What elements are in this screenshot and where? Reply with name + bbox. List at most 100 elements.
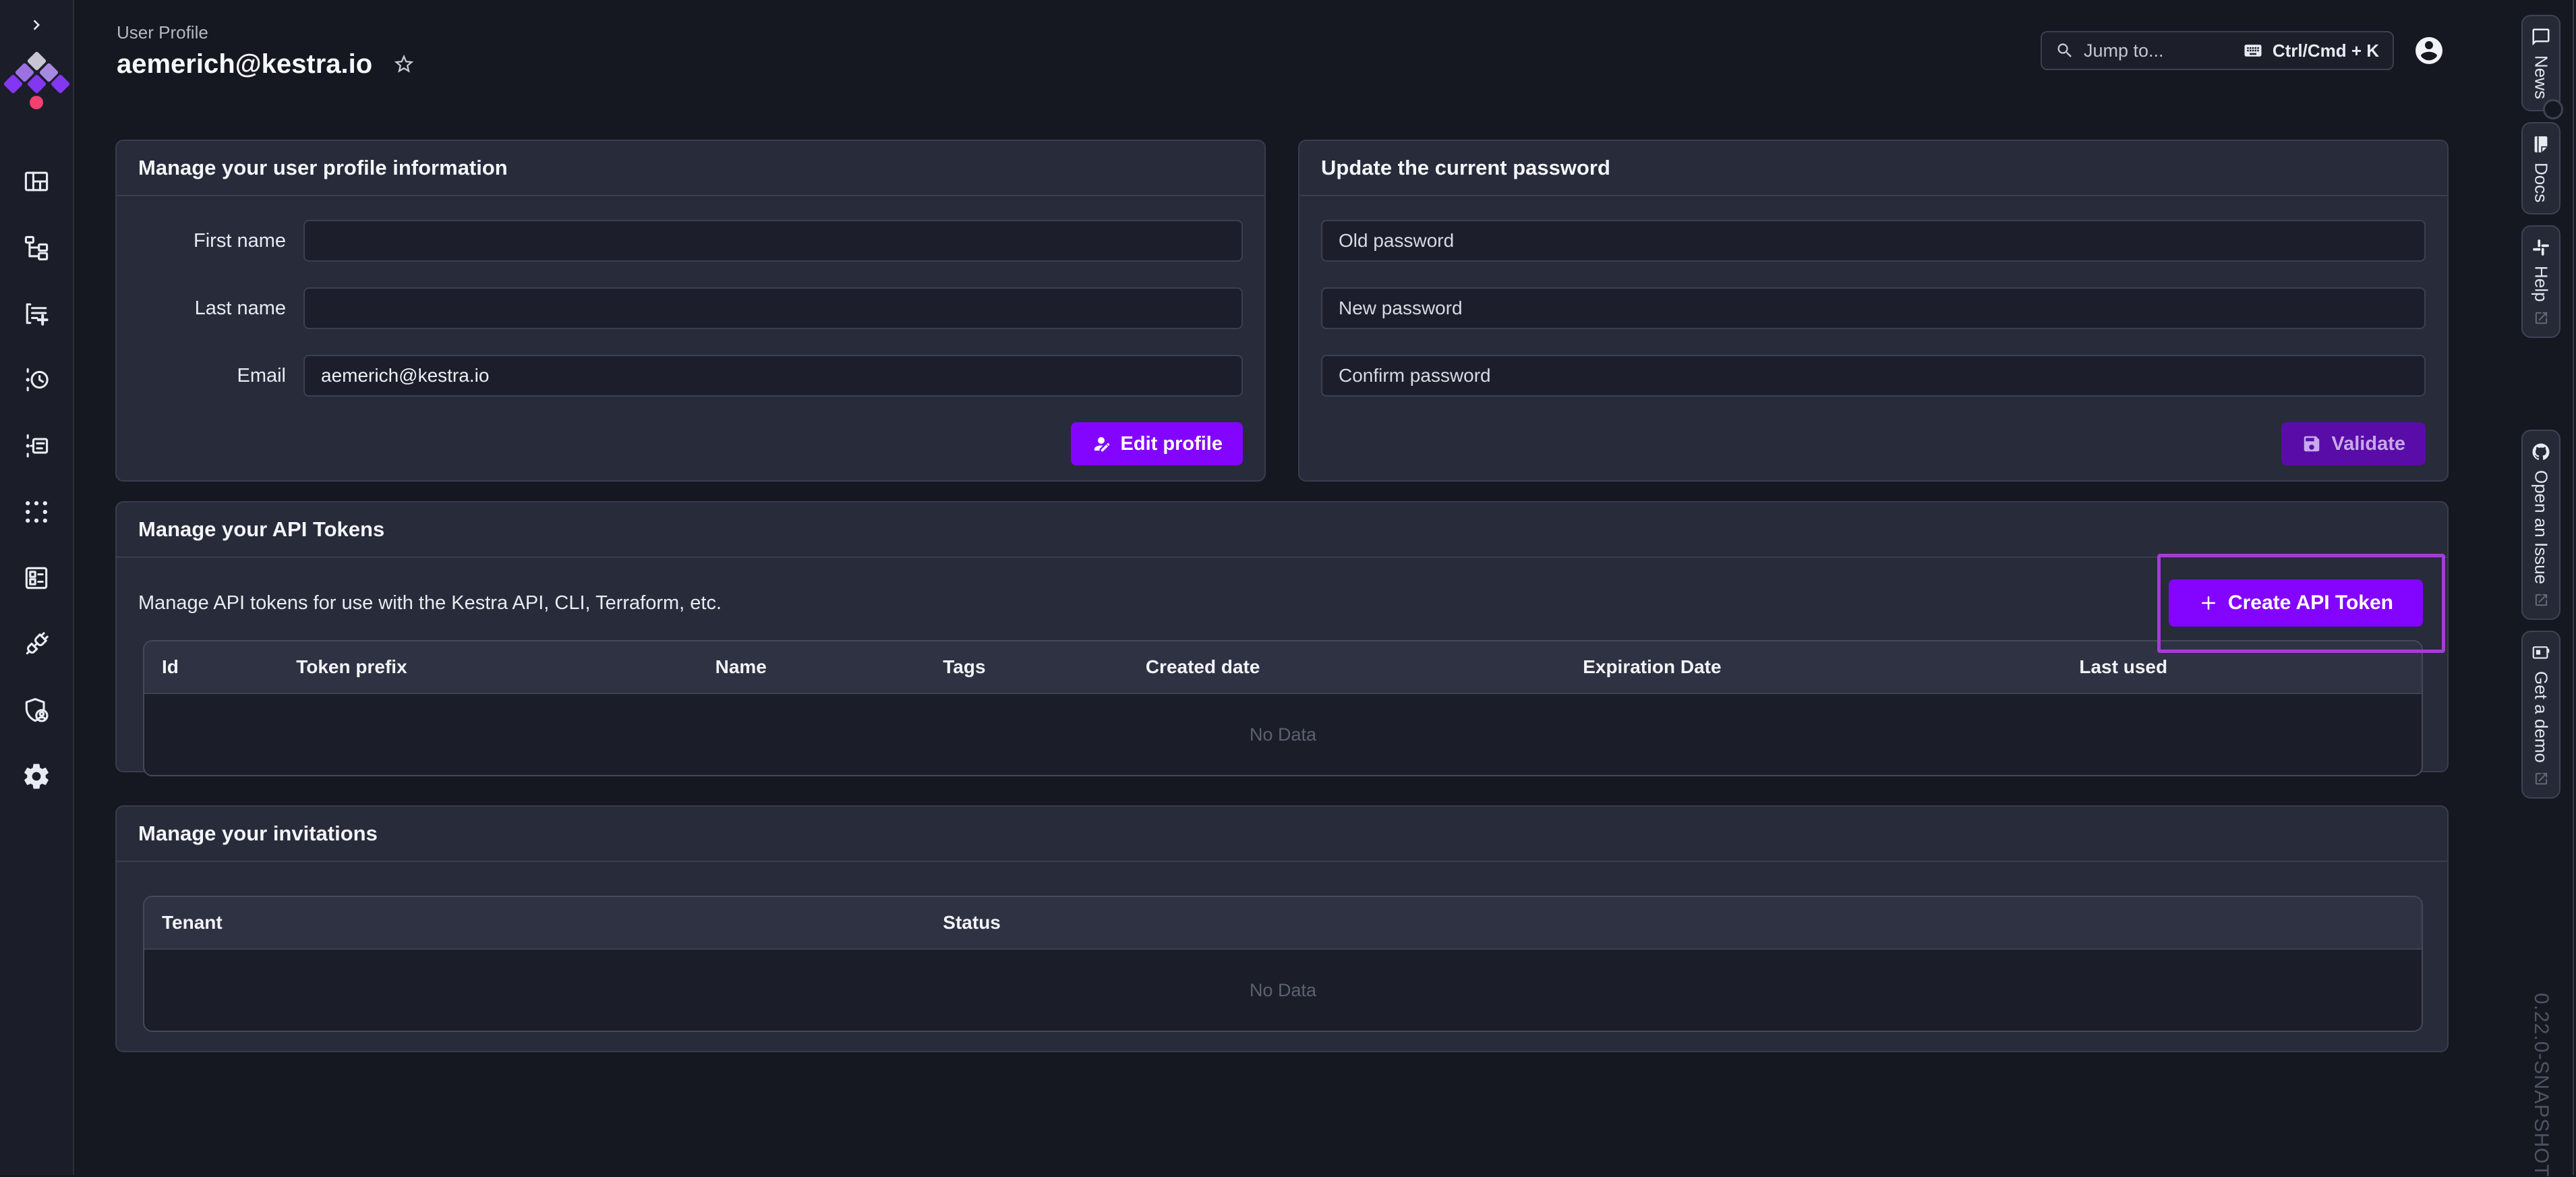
rail-tab-news[interactable]: News [2521, 15, 2560, 111]
profile-card-title: Manage your user profile information [138, 156, 508, 179]
open-in-new-icon [2534, 310, 2549, 326]
email-input[interactable] [303, 355, 1243, 397]
sidebar-nav [21, 166, 52, 792]
nav-item-triggers[interactable] [21, 364, 52, 395]
kestra-logo[interactable] [9, 54, 64, 111]
old-password-input[interactable] [1321, 220, 2426, 262]
account-edit-icon [1091, 434, 1111, 454]
app-version: 0.22.0-SNAPSHOT [2529, 993, 2552, 1177]
breadcrumb: User Profile [117, 22, 415, 43]
right-rail: News Docs Help Open an Issue [2506, 0, 2576, 1175]
column-tenant: Tenant [144, 912, 925, 934]
invitations-table-header: Tenant Status [144, 897, 2422, 950]
invitations-empty-state: No Data [1250, 980, 1316, 1001]
nav-item-settings[interactable] [21, 761, 52, 792]
search-shortcut: Ctrl/Cmd + K [2273, 40, 2379, 61]
sidebar-expand-button[interactable] [25, 13, 48, 36]
validate-button[interactable]: Validate [2281, 422, 2426, 465]
rail-tab-get-a-demo[interactable]: Get a demo [2521, 631, 2560, 799]
api-tokens-description: Manage API tokens for use with the Kestr… [138, 592, 722, 614]
api-tokens-table-header: Id Token prefix Name Tags Created date E… [144, 641, 2422, 694]
star-outline-icon[interactable] [392, 53, 415, 76]
rail-tab-docs[interactable]: Docs [2521, 122, 2560, 214]
timeline-clock-icon [22, 365, 51, 395]
window-edge-line [2573, 0, 2574, 1175]
jump-to-search[interactable]: Jump to... Ctrl/Cmd + K [2041, 31, 2394, 70]
chevron-right-icon [26, 15, 47, 35]
github-icon [2531, 442, 2551, 462]
dots-square-icon [22, 497, 51, 527]
email-label: Email [138, 365, 303, 387]
logo-dot [30, 96, 43, 109]
api-tokens-table-body: No Data [144, 694, 2422, 775]
rail-tab-news-label: News [2531, 55, 2552, 99]
power-plug-icon [22, 629, 51, 659]
presentation-icon [2531, 643, 2551, 663]
password-card: Update the current password Validate [1298, 140, 2449, 482]
user-avatar-icon[interactable] [2413, 34, 2445, 67]
rail-tab-open-an-issue[interactable]: Open an Issue [2521, 430, 2560, 620]
column-status: Status [925, 912, 2422, 934]
keyboard-icon [2243, 40, 2263, 61]
profile-card: Manage your user profile information Fir… [115, 140, 1266, 482]
api-tokens-table: Id Token prefix Name Tags Created date E… [143, 640, 2423, 776]
left-sidebar [0, 0, 74, 1175]
invitations-card: Manage your invitations Tenant Status No… [115, 805, 2449, 1052]
column-created-date: Created date [1128, 656, 1565, 678]
column-token-prefix: Token prefix [279, 656, 697, 678]
nav-item-blueprints[interactable] [21, 563, 52, 594]
main-content: Manage your user profile information Fir… [76, 101, 2506, 1175]
password-card-title: Update the current password [1321, 156, 1610, 179]
column-id: Id [144, 656, 279, 678]
column-last-used: Last used [2061, 656, 2422, 678]
rail-tab-help[interactable]: Help [2521, 225, 2560, 337]
edit-profile-button[interactable]: Edit profile [1071, 422, 1243, 465]
nav-item-plugins[interactable] [21, 629, 52, 660]
rail-tab-help-label: Help [2531, 266, 2552, 302]
column-tags: Tags [925, 656, 1128, 678]
nav-item-dashboards[interactable] [21, 166, 52, 197]
last-name-input[interactable] [303, 287, 1243, 329]
list-plus-icon [22, 299, 51, 328]
book-icon [2531, 134, 2551, 154]
nav-item-logs[interactable] [21, 430, 52, 461]
view-dashboard-icon [22, 167, 51, 196]
api-tokens-empty-state: No Data [1250, 724, 1316, 745]
timeline-text-icon [22, 431, 51, 461]
gear-icon [22, 762, 51, 791]
open-in-new-icon [2534, 592, 2549, 608]
plus-icon [2198, 593, 2219, 613]
news-badge [2543, 99, 2563, 119]
message-icon [2531, 27, 2551, 47]
create-api-token-label: Create API Token [2228, 592, 2393, 614]
top-header: User Profile aemerich@kestra.io Jump to.… [76, 0, 2506, 101]
first-name-label: First name [138, 230, 303, 252]
edit-profile-label: Edit profile [1121, 433, 1223, 455]
new-password-input[interactable] [1321, 287, 2426, 329]
nav-item-flows[interactable] [21, 232, 52, 263]
page-title: aemerich@kestra.io [117, 49, 372, 80]
confirm-password-input[interactable] [1321, 355, 2426, 397]
slack-icon [2531, 237, 2551, 258]
save-icon [2302, 434, 2322, 454]
create-api-token-button[interactable]: Create API Token [2169, 579, 2423, 627]
open-in-new-icon [2534, 771, 2549, 786]
api-tokens-card-title: Manage your API Tokens [138, 517, 384, 541]
first-name-input[interactable] [303, 220, 1243, 262]
search-icon [2055, 41, 2074, 60]
rail-tab-get-a-demo-label: Get a demo [2531, 671, 2552, 763]
invitations-table-body: No Data [144, 950, 2422, 1031]
nav-item-iam[interactable] [21, 695, 52, 726]
invitations-table: Tenant Status No Data [143, 896, 2423, 1032]
ballot-icon [22, 563, 51, 593]
validate-label: Validate [2331, 433, 2405, 455]
column-name: Name [698, 656, 926, 678]
column-expiration-date: Expiration Date [1565, 656, 2061, 678]
search-placeholder: Jump to... [2084, 40, 2164, 61]
last-name-label: Last name [138, 297, 303, 320]
rail-tab-docs-label: Docs [2531, 163, 2552, 202]
api-tokens-card: Manage your API Tokens Manage API tokens… [115, 501, 2449, 772]
invitations-card-title: Manage your invitations [138, 822, 378, 845]
nav-item-executions[interactable] [21, 298, 52, 329]
nav-item-namespaces[interactable] [21, 496, 52, 527]
